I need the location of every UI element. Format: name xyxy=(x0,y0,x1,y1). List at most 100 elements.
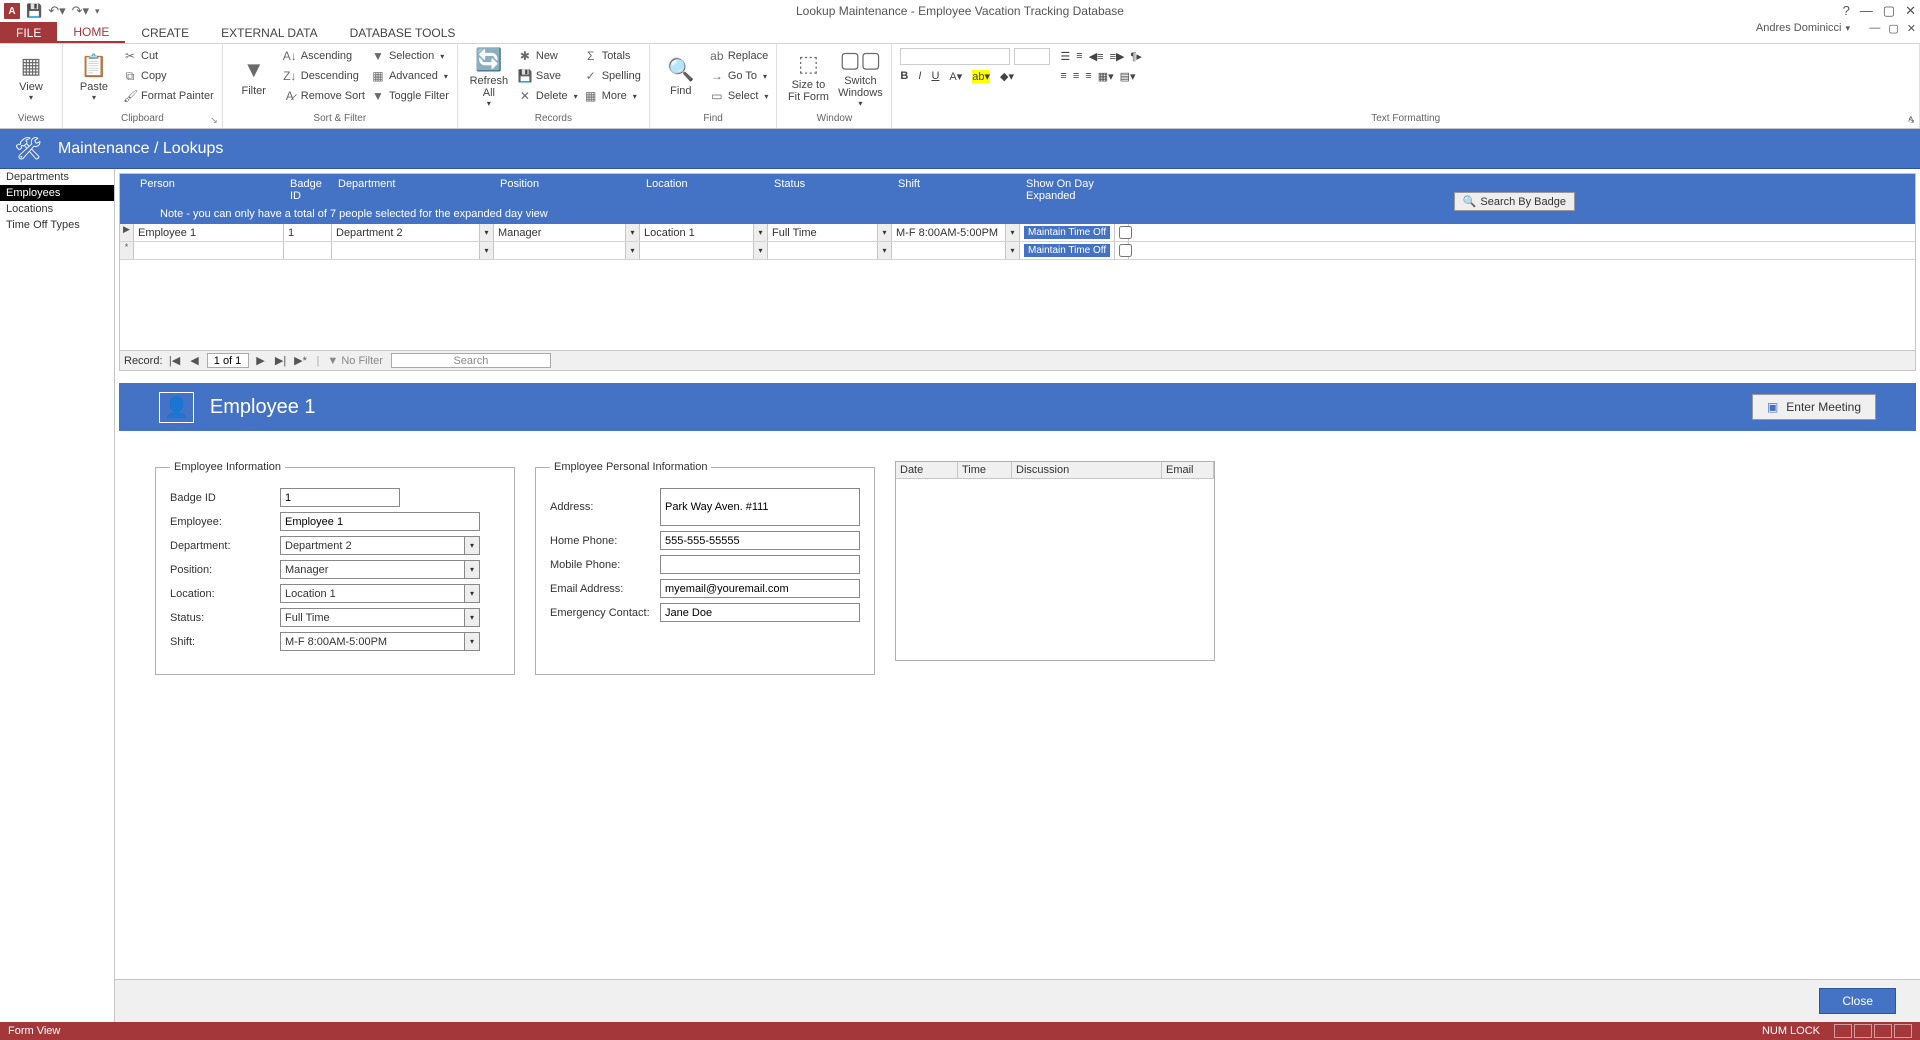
prev-record-icon[interactable]: ◀ xyxy=(187,354,203,367)
badge-input[interactable] xyxy=(280,488,400,507)
last-record-icon[interactable]: ▶| xyxy=(273,354,289,367)
new-record-icon[interactable]: ▶* xyxy=(293,354,309,367)
fill-color-button[interactable]: ◆▾ xyxy=(1000,70,1014,83)
cut-button[interactable]: ✂Cut xyxy=(123,46,214,66)
sidebar-item-timeoff-types[interactable]: Time Off Types xyxy=(0,217,114,233)
sidebar-item-departments[interactable]: Departments xyxy=(0,169,114,185)
table-row-new[interactable]: * ▾ ▾ ▾ ▾ ▾ Maintain Time Off xyxy=(120,242,1915,260)
clipboard-launcher-icon[interactable]: ↘ xyxy=(210,115,218,126)
chevron-down-icon[interactable]: ▾ xyxy=(464,561,479,578)
chevron-down-icon[interactable]: ▾ xyxy=(464,633,479,650)
search-by-badge-button[interactable]: 🔍Search By Badge xyxy=(1454,192,1575,211)
close-button[interactable]: Close xyxy=(1819,988,1896,1014)
undo-icon[interactable]: ↶▾ xyxy=(48,3,65,19)
help-icon[interactable]: ? xyxy=(1843,3,1850,19)
collapse-ribbon-icon[interactable]: ˄ xyxy=(1908,114,1914,126)
layout-view-icon[interactable] xyxy=(1874,1024,1892,1038)
tab-create[interactable]: CREATE xyxy=(125,22,205,43)
totals-button[interactable]: ΣTotals xyxy=(584,46,641,66)
chevron-down-icon[interactable]: ▾ xyxy=(625,224,639,241)
emergency-input[interactable] xyxy=(660,603,860,622)
descending-button[interactable]: Z↓Descending xyxy=(283,66,365,86)
mdi-minimize-icon[interactable]: — xyxy=(1869,22,1880,35)
new-button[interactable]: ✱New xyxy=(518,46,578,66)
replace-button[interactable]: abReplace xyxy=(710,46,769,66)
selection-button[interactable]: ▼Selection▾ xyxy=(371,46,449,66)
dec-indent-button[interactable]: ◀≡ xyxy=(1089,50,1104,63)
filter-button[interactable]: ▼Filter xyxy=(231,46,277,108)
advanced-button[interactable]: ▦Advanced▾ xyxy=(371,66,449,86)
align-left-button[interactable]: ≡ xyxy=(1060,70,1066,82)
chevron-down-icon[interactable]: ▾ xyxy=(877,224,891,241)
switch-windows-button[interactable]: ▢▢Switch Windows▾ xyxy=(837,46,883,108)
maintain-time-off-button[interactable]: Maintain Time Off xyxy=(1024,226,1110,239)
chevron-down-icon[interactable]: ▾ xyxy=(479,242,493,259)
tab-database-tools[interactable]: DATABASE TOOLS xyxy=(334,22,472,43)
next-record-icon[interactable]: ▶ xyxy=(253,354,269,367)
maximize-icon[interactable]: ▢ xyxy=(1883,3,1895,19)
paste-button[interactable]: 📋Paste▾ xyxy=(71,46,117,108)
record-search-input[interactable] xyxy=(391,353,551,368)
ascending-button[interactable]: A↓Ascending xyxy=(283,46,365,66)
chevron-down-icon[interactable]: ▾ xyxy=(479,224,493,241)
align-right-button[interactable]: ≡ xyxy=(1085,70,1091,82)
sidebar-item-locations[interactable]: Locations xyxy=(0,201,114,217)
cell-status[interactable]: Full Time▾ xyxy=(768,224,892,241)
datasheet-view-icon[interactable] xyxy=(1854,1024,1872,1038)
chevron-down-icon[interactable]: ▾ xyxy=(877,242,891,259)
format-painter-button[interactable]: 🖌Format Painter xyxy=(123,86,214,106)
select-button[interactable]: ▭Select▾ xyxy=(710,86,769,106)
mobile-phone-input[interactable] xyxy=(660,555,860,574)
chevron-down-icon[interactable]: ▾ xyxy=(464,609,479,626)
cell-position[interactable]: Manager▾ xyxy=(494,224,640,241)
size-to-fit-button[interactable]: ⬚Size to Fit Form xyxy=(785,46,831,108)
tab-home[interactable]: HOME xyxy=(57,22,125,43)
chevron-down-icon[interactable]: ▾ xyxy=(753,242,767,259)
mdi-restore-icon[interactable]: ▢ xyxy=(1888,22,1898,35)
font-family-select[interactable] xyxy=(900,48,1010,65)
location-select[interactable]: Location 1▾ xyxy=(280,584,480,603)
show-expanded-checkbox[interactable] xyxy=(1119,226,1132,239)
row-selector-icon[interactable]: ▶ xyxy=(120,224,134,241)
design-view-icon[interactable] xyxy=(1894,1024,1912,1038)
cell-shift[interactable]: M-F 8:00AM-5:00PM▾ xyxy=(892,224,1020,241)
minimize-icon[interactable]: — xyxy=(1860,3,1873,19)
home-phone-input[interactable] xyxy=(660,531,860,550)
form-view-icon[interactable] xyxy=(1834,1024,1852,1038)
highlight-button[interactable]: ab▾ xyxy=(972,70,990,83)
chevron-down-icon[interactable]: ▾ xyxy=(625,242,639,259)
cell-location[interactable]: Location 1▾ xyxy=(640,224,768,241)
first-record-icon[interactable]: |◀ xyxy=(167,354,183,367)
chevron-down-icon[interactable]: ▾ xyxy=(1005,224,1019,241)
numbering-button[interactable]: ≡ xyxy=(1076,50,1082,62)
email-input[interactable] xyxy=(660,579,860,598)
gridlines-button[interactable]: ▦▾ xyxy=(1098,70,1114,83)
qat-customize-icon[interactable]: ▾ xyxy=(95,6,100,17)
new-row-icon[interactable]: * xyxy=(120,242,134,259)
save-icon[interactable]: 💾 xyxy=(26,3,42,19)
chevron-down-icon[interactable]: ▾ xyxy=(464,537,479,554)
enter-meeting-button[interactable]: ▣Enter Meeting xyxy=(1752,394,1876,420)
tab-external-data[interactable]: EXTERNAL DATA xyxy=(205,22,333,43)
remove-sort-button[interactable]: A̷Remove Sort xyxy=(283,86,365,106)
find-button[interactable]: 🔍Find xyxy=(658,46,704,108)
status-select[interactable]: Full Time▾ xyxy=(280,608,480,627)
chevron-down-icon[interactable]: ▾ xyxy=(753,224,767,241)
tab-file[interactable]: FILE xyxy=(0,22,57,43)
table-row[interactable]: ▶ Employee 1 1 Department 2▾ Manager▾ Lo… xyxy=(120,224,1915,242)
save-button[interactable]: 💾Save xyxy=(518,66,578,86)
cell-badge[interactable]: 1 xyxy=(284,224,332,241)
bullets-button[interactable]: ☰ xyxy=(1060,50,1070,63)
font-size-select[interactable] xyxy=(1014,48,1050,65)
ltr-button[interactable]: ¶▸ xyxy=(1131,50,1142,63)
italic-button[interactable]: I xyxy=(918,70,921,82)
bold-button[interactable]: B xyxy=(900,70,908,82)
underline-button[interactable]: U xyxy=(931,70,939,82)
view-button[interactable]: ▦View▾ xyxy=(8,46,54,108)
department-select[interactable]: Department 2▾ xyxy=(280,536,480,555)
toggle-filter-button[interactable]: ▼Toggle Filter xyxy=(371,86,449,106)
close-icon[interactable]: ✕ xyxy=(1905,3,1916,19)
mdi-close-icon[interactable]: ✕ xyxy=(1907,22,1916,35)
address-input[interactable] xyxy=(660,488,860,526)
goto-button[interactable]: →Go To▾ xyxy=(710,66,769,86)
